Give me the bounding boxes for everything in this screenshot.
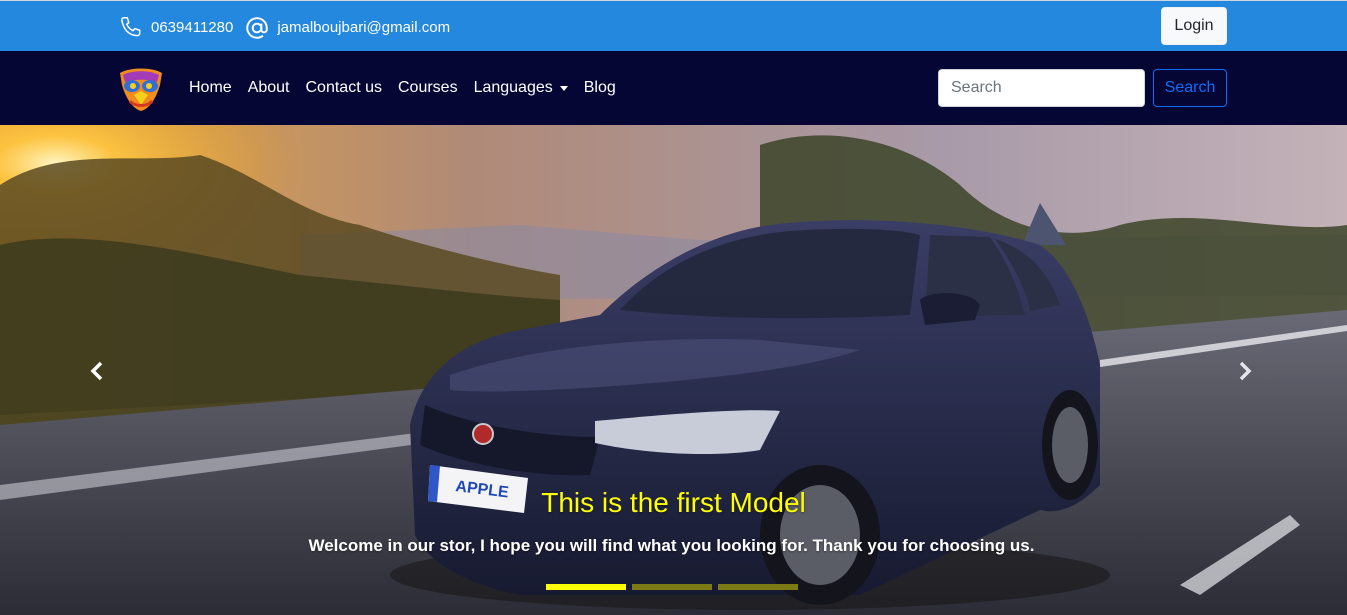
contact-info: 0639411280 jamalboujbari@gmail.com xyxy=(117,14,460,42)
carousel-caption-title: This is the first Model xyxy=(0,487,1347,519)
hero-carousel: APPLE This is the first Model Welcome in… xyxy=(0,125,1347,615)
nav-home[interactable]: Home xyxy=(189,78,232,98)
main-navbar: Home About Contact us Courses Languages … xyxy=(0,51,1347,125)
login-button[interactable]: Login xyxy=(1161,7,1227,45)
chevron-right-icon[interactable] xyxy=(1232,359,1256,383)
owl-mask-logo[interactable] xyxy=(116,65,166,113)
carousel-indicator-3[interactable] xyxy=(718,584,798,590)
carousel-indicators xyxy=(546,584,804,590)
top-contact-bar: 0639411280 jamalboujbari@gmail.com Login xyxy=(0,0,1347,51)
nav-courses[interactable]: Courses xyxy=(398,78,458,98)
carousel-caption-text: Welcome in our stor, I hope you will fin… xyxy=(308,536,1035,555)
chevron-left-icon[interactable] xyxy=(86,359,110,383)
phone-number: 0639411280 xyxy=(151,19,234,36)
nav-languages-dropdown[interactable]: Languages xyxy=(474,78,568,98)
email-address: jamalboujbari@gmail.com xyxy=(277,19,451,36)
nav-blog[interactable]: Blog xyxy=(584,78,616,98)
nav-contact-us[interactable]: Contact us xyxy=(306,78,382,98)
caret-down-icon xyxy=(559,85,568,91)
at-icon xyxy=(243,14,271,42)
phone-icon xyxy=(117,14,145,42)
nav-about[interactable]: About xyxy=(248,78,290,98)
carousel-indicator-1[interactable] xyxy=(546,584,626,590)
carousel-indicator-2[interactable] xyxy=(632,584,712,590)
nav-languages-label: Languages xyxy=(473,79,553,96)
carousel-title-text: This is the first Model xyxy=(541,487,806,518)
search-button[interactable]: Search xyxy=(1153,69,1227,107)
nav-links: Home About Contact us Courses Languages … xyxy=(189,78,632,98)
search-input[interactable] xyxy=(938,69,1145,107)
